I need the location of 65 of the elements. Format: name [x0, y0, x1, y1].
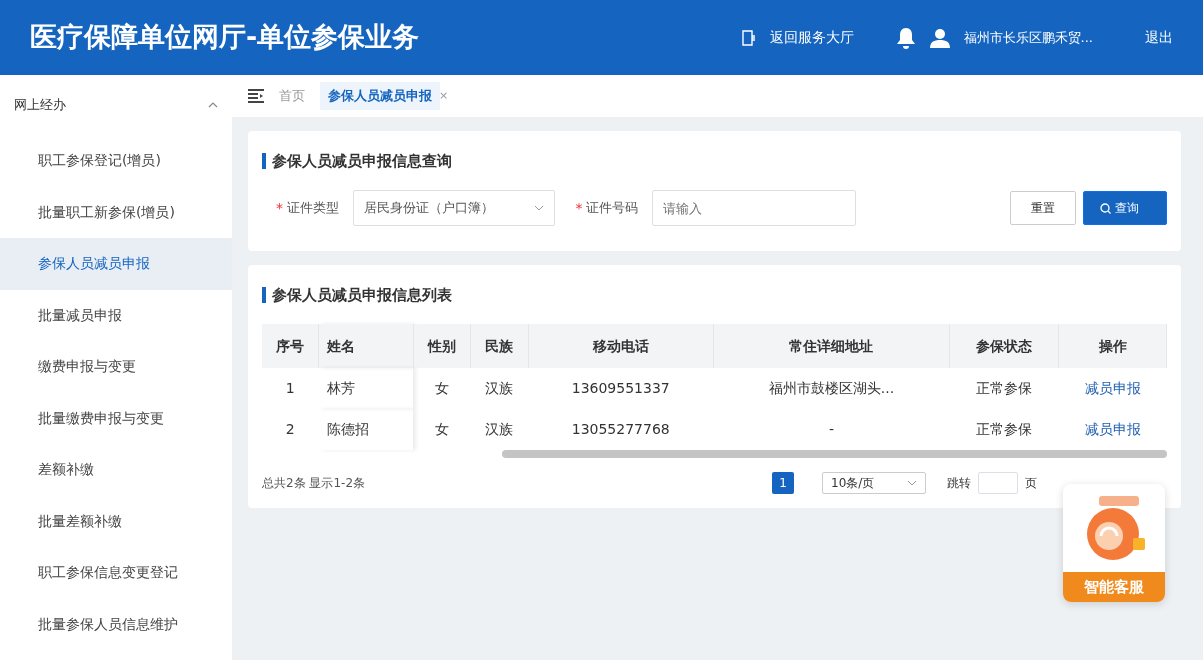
page-button[interactable]: 1 [772, 472, 794, 494]
required-mark: * [575, 198, 583, 218]
user-icon[interactable] [929, 27, 950, 48]
table-cell: 女 [413, 409, 471, 450]
user-name[interactable]: 福州市长乐区鹏禾贸... [963, 27, 1093, 48]
reset-button[interactable]: 重置 [1010, 191, 1076, 225]
breadcrumb-tab[interactable]: 参保人员减员申报 [320, 82, 440, 110]
column-header: 序号 [262, 324, 319, 368]
table-cell-text: 13055277768 [570, 420, 671, 439]
bell-icon[interactable] [895, 26, 916, 49]
logout-link[interactable]: 退出 [1145, 27, 1173, 48]
sidebar-item[interactable]: 职工参保登记(增员) [0, 135, 232, 187]
sidebar-item[interactable]: 批量减员申报 [0, 289, 232, 341]
table-cell-text: 正常参保 [975, 420, 1034, 439]
sidebar-item[interactable]: 差额补缴 [0, 444, 232, 496]
input-field[interactable]: 请输入 [652, 190, 856, 226]
column-header: 民族 [470, 324, 529, 368]
sidebar-item[interactable]: 参保人员减员申报 [0, 238, 232, 290]
scrollbar[interactable] [502, 450, 1167, 458]
sidebar-item[interactable]: 缴费申报与变更 [0, 341, 232, 393]
record-summary: 总共2条 显示1-2条 [262, 475, 366, 492]
select-field[interactable]: 居民身份证（户口簿） [352, 190, 555, 226]
table-cell: 陈德招 [318, 409, 414, 450]
action-link[interactable]: 减员申报 [1084, 380, 1141, 396]
sidebar-item[interactable]: 批量职工新参保(增员) [0, 186, 232, 238]
chevron-icon [208, 102, 218, 108]
table-cell: 林芳 [318, 368, 414, 409]
table-cell-text: - [827, 420, 835, 439]
section-title: 参保人员减员申报信息列表 [262, 287, 1167, 303]
column-header: 参保状态 [949, 324, 1059, 368]
column-header: 移动电话 [528, 324, 714, 368]
action-link[interactable]: 减员申报 [1084, 421, 1141, 437]
page-jump-field[interactable] [978, 472, 1018, 494]
table-cell: 1 [262, 368, 319, 409]
chevron-down-icon [533, 205, 544, 211]
column-header: 姓名 [318, 324, 414, 368]
app-title: 医疗保障单位网厅-单位参保业务 [30, 20, 420, 55]
sidebar-group[interactable]: 网上经办 [0, 75, 232, 135]
sidebar-item[interactable]: 批量缴费申报与变更 [0, 392, 232, 444]
search-icon [1100, 202, 1111, 214]
section-title: 参保人员减员申报信息查询 [262, 153, 1167, 169]
table-cell: 汉族 [470, 368, 529, 409]
jump-label: 跳转 [947, 475, 971, 492]
field-label: 证件号码 [586, 199, 638, 218]
chevron-down-icon [907, 480, 917, 486]
table-cell: 女 [413, 368, 471, 409]
page-size-select[interactable]: 10条/页 [822, 472, 926, 494]
sidebar-item[interactable]: 批量参保人员信息维护 [0, 598, 232, 650]
sidebar-item[interactable]: 批量差额补缴 [0, 495, 232, 547]
search-button[interactable]: 查询 [1083, 191, 1167, 225]
table-cell-text: 汉族 [484, 420, 515, 439]
column-header: 操作 [1058, 324, 1167, 368]
column-header: 常住详细地址 [713, 324, 950, 368]
back-link[interactable]: 返回服务大厅 [769, 27, 854, 48]
table-cell: 福州市鼓楼区湖头... [713, 368, 950, 409]
table-cell: 13609551337 [528, 368, 714, 409]
table-cell: 正常参保 [949, 368, 1059, 409]
menu-icon[interactable] [248, 89, 264, 103]
page-unit: 页 [1025, 475, 1037, 492]
required-mark: * [276, 198, 283, 218]
table-cell: 2 [262, 409, 319, 450]
exit-icon [741, 29, 756, 46]
column-header: 性别 [413, 324, 471, 368]
field-label: 证件类型 [286, 199, 339, 218]
sidebar-item[interactable]: 职工参保信息变更登记 [0, 547, 232, 599]
